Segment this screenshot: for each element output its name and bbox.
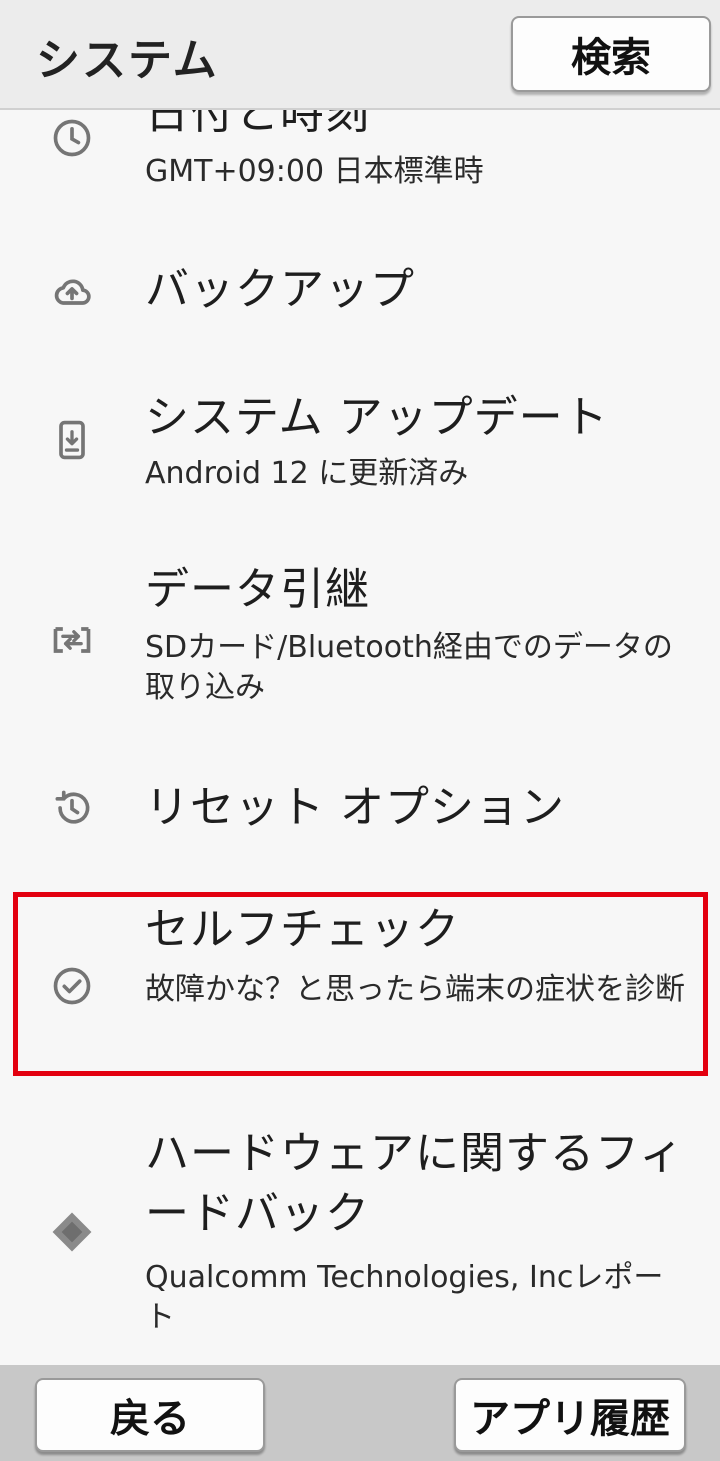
list-item-data-transfer[interactable]: データ引継 SDカード/Bluetooth経由でのデータの取り込み	[0, 550, 720, 720]
item-title: バックアップ	[145, 264, 415, 315]
list-item-reset-options[interactable]: リセット オプション	[0, 750, 720, 860]
bottom-bar: 戻る アプリ履歴	[0, 1365, 720, 1461]
settings-list[interactable]: 日付と時刻 GMT+09:00 日本標準時 バックアップ システム アップデート…	[0, 110, 720, 1365]
item-subtitle: SDカード/Bluetooth経由でのデータの取り込み	[145, 630, 673, 705]
list-item-backup[interactable]: バックアップ	[0, 240, 720, 350]
highlight-box	[13, 892, 708, 1076]
item-title: 日付と時刻	[145, 110, 370, 139]
item-title: リセット オプション	[145, 782, 565, 833]
app-bar: システム 検索	[0, 0, 720, 110]
item-title: システム アップデート	[145, 392, 609, 443]
item-title: ハードウェアに関するフィードバック	[145, 1128, 685, 1239]
system-update-icon	[50, 418, 94, 462]
item-title: データ引継	[145, 564, 370, 615]
data-transfer-icon	[50, 618, 94, 662]
clock-icon	[50, 116, 94, 160]
back-button[interactable]: 戻る	[35, 1378, 265, 1452]
list-item-system-update[interactable]: システム アップデート Android 12 に更新済み	[0, 370, 720, 500]
chip-icon	[50, 1210, 94, 1254]
list-item-hardware-feedback[interactable]: ハードウェアに関するフィードバック Qualcomm Technologies,…	[0, 1120, 720, 1365]
item-subtitle: Android 12 に更新済み	[145, 456, 469, 491]
item-subtitle: GMT+09:00 日本標準時	[145, 154, 484, 189]
item-subtitle: Qualcomm Technologies, Incレポート	[145, 1260, 664, 1335]
list-item-date-time[interactable]: 日付と時刻 GMT+09:00 日本標準時	[0, 110, 720, 210]
page-title: システム	[36, 35, 219, 86]
cloud-upload-icon	[50, 270, 94, 314]
history-icon	[50, 786, 94, 830]
recent-apps-button[interactable]: アプリ履歴	[454, 1378, 686, 1452]
search-button[interactable]: 検索	[511, 16, 711, 92]
